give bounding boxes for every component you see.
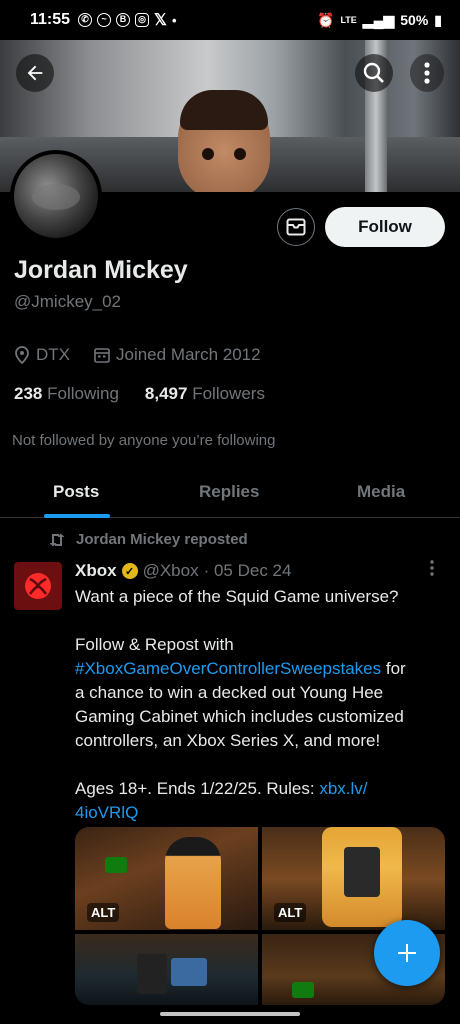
post-link[interactable]: xbx.lv/	[319, 779, 367, 798]
banner-child-eye-right	[234, 148, 246, 160]
messenger-icon: ~	[97, 13, 112, 27]
tab-replies[interactable]: Replies	[199, 482, 259, 502]
profile-handle: @Jmickey_02	[14, 292, 122, 311]
followers-link[interactable]: 8,497 Followers	[145, 384, 265, 404]
more-vertical-icon	[424, 62, 430, 84]
banner-child-eye-left	[202, 148, 214, 160]
signal-icon: ▂▄▆	[362, 11, 395, 28]
xbox-controller-icon	[105, 857, 127, 873]
monitor-icon	[171, 958, 207, 986]
following-count: 238	[14, 384, 43, 403]
location-pin-icon	[15, 346, 29, 364]
gesture-nav-bar[interactable]	[160, 1012, 300, 1016]
status-bar: 11:55 ✆ ~ B ◎ 𝕏 • ⏰ LTE ▂▄▆ 50% ▮	[0, 0, 460, 40]
arrow-left-icon	[27, 65, 43, 81]
status-right: ⏰ LTE ▂▄▆ 50% ▮	[317, 12, 442, 29]
post-text-line: #XboxGameOverControllerSweepstakes for	[75, 657, 445, 681]
xbox-console-icon	[137, 954, 167, 994]
profile-meta: DTX Joined March 2012	[14, 345, 261, 365]
media-doll-figure	[165, 837, 221, 929]
battery-label: 50%	[400, 12, 429, 28]
compose-post-button[interactable]	[374, 920, 440, 986]
network-label: LTE	[340, 15, 357, 25]
back-button[interactable]	[16, 54, 54, 92]
more-vertical-icon	[430, 560, 434, 576]
profile-avatar[interactable]	[10, 150, 102, 242]
message-button[interactable]	[277, 208, 315, 246]
media-image-3[interactable]	[75, 934, 258, 1005]
envelope-icon	[286, 218, 306, 236]
status-time: 11:55	[30, 11, 71, 28]
more-options-button[interactable]	[410, 54, 444, 92]
post-more-button[interactable]	[430, 560, 434, 581]
xbox-controller-icon	[292, 982, 314, 998]
following-link[interactable]: 238 Following	[14, 384, 119, 404]
post-date: · 05 Dec 24	[203, 561, 292, 580]
battery-icon: ▮	[434, 11, 442, 28]
post-text-line: a chance to win a decked out Young Hee G…	[75, 683, 404, 750]
profile-tabs: Posts Replies Media	[0, 466, 460, 518]
post-text-line: Want a piece of the Squid Game universe?	[75, 587, 399, 606]
repost-label: Jordan Mickey reposted	[76, 531, 248, 548]
active-tab-indicator	[44, 514, 110, 518]
repost-indicator[interactable]: Jordan Mickey reposted	[48, 531, 248, 548]
not-followed-note: Not followed by anyone you’re following	[12, 432, 276, 449]
alt-badge[interactable]: ALT	[87, 903, 120, 922]
media-image-2[interactable]: ALT	[262, 827, 445, 930]
post-text-fragment: for	[381, 659, 406, 678]
profile-location: DTX	[36, 345, 70, 364]
followers-count: 8,497	[144, 384, 188, 403]
search-button[interactable]	[355, 54, 393, 92]
whatsapp-business-icon: B	[116, 13, 131, 27]
followers-label: Followers	[192, 384, 265, 403]
post-link-continued[interactable]: 4ioVRlQ	[75, 803, 138, 822]
follow-button[interactable]: Follow	[325, 207, 445, 247]
post-hashtag[interactable]: #XboxGameOverControllerSweepstakes	[75, 659, 381, 678]
plus-icon	[398, 944, 416, 962]
instagram-icon: ◎	[135, 13, 150, 27]
profile-joined: Joined March 2012	[116, 345, 261, 364]
dot-icon: •	[171, 12, 177, 28]
x-icon: 𝕏	[154, 12, 167, 29]
profile-stats: 238 Following 8,497 Followers	[14, 384, 265, 404]
repost-icon	[49, 533, 65, 546]
notification-icons: ✆ ~ B ◎ 𝕏 •	[78, 10, 177, 30]
tab-media[interactable]: Media	[357, 482, 405, 502]
post-author-avatar[interactable]	[14, 562, 62, 610]
post-text-line: Ages 18+. Ends 1/22/25. Rules: xbx.lv/4i…	[75, 777, 445, 825]
post-text-fragment: Ages 18+. Ends 1/22/25. Rules:	[75, 779, 320, 798]
whatsapp-icon: ✆	[78, 13, 93, 27]
post-text-line: Follow & Repost with	[75, 635, 234, 654]
profile-name: Jordan Mickey	[14, 256, 188, 284]
post-author-handle[interactable]: @Xbox	[143, 561, 199, 581]
xbox-logo-icon	[25, 573, 51, 599]
post-header: Xbox ✓ @Xbox · 05 Dec 24	[75, 561, 291, 581]
following-label: Following	[47, 384, 119, 403]
media-cabinet-figure	[322, 827, 402, 927]
search-icon	[363, 62, 384, 83]
post-body: Want a piece of the Squid Game universe?…	[75, 585, 445, 825]
post-author-name[interactable]: Xbox	[75, 561, 117, 581]
tab-posts[interactable]: Posts	[53, 482, 99, 502]
calendar-icon	[94, 348, 110, 363]
alt-badge[interactable]: ALT	[274, 903, 307, 922]
alarm-icon: ⏰	[317, 11, 335, 28]
media-image-1[interactable]: ALT	[75, 827, 258, 930]
banner-child-hair	[180, 90, 268, 130]
verified-badge-icon: ✓	[121, 563, 138, 579]
